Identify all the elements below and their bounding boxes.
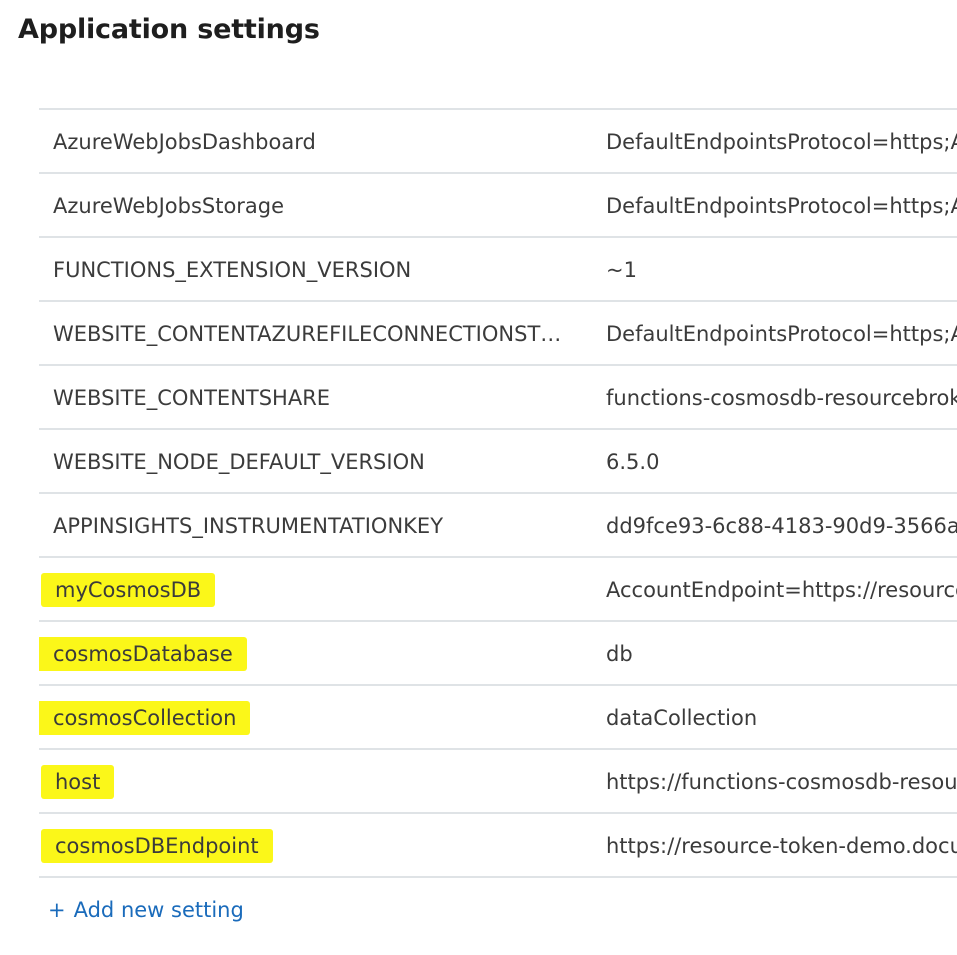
setting-value-cell[interactable]: functions-cosmosdb-resourcebroker xyxy=(606,366,957,428)
section-title: Application settings xyxy=(18,14,320,45)
setting-name[interactable]: WEBSITE_CONTENTSHARE xyxy=(39,366,344,428)
setting-value-cell[interactable]: dd9fce93-6c88-4183-90d9-3566a xyxy=(606,494,957,556)
setting-name-cell[interactable]: WEBSITE_CONTENTAZUREFILECONNECTIONSTR... xyxy=(39,302,584,364)
setting-name[interactable]: AzureWebJobsStorage xyxy=(39,174,298,236)
setting-value[interactable]: ~1 xyxy=(606,238,637,300)
setting-name-cell[interactable]: APPINSIGHTS_INSTRUMENTATIONKEY xyxy=(39,494,584,556)
table-row[interactable]: WEBSITE_NODE_DEFAULT_VERSION 6.5.0 xyxy=(39,428,957,492)
setting-value[interactable]: DefaultEndpointsProtocol=https;AccountNa… xyxy=(606,302,957,364)
setting-value-cell[interactable]: https://resource-token-demo.documents xyxy=(606,814,957,876)
setting-name[interactable]: WEBSITE_CONTENTAZUREFILECONNECTIONSTR... xyxy=(39,302,584,364)
setting-value[interactable]: dd9fce93-6c88-4183-90d9-3566a xyxy=(606,494,957,556)
add-new-setting-label: Add new setting xyxy=(73,898,244,922)
setting-name[interactable]: APPINSIGHTS_INSTRUMENTATIONKEY xyxy=(39,494,457,556)
setting-value-cell[interactable]: DefaultEndpointsProtocol=https;AccountNa… xyxy=(606,174,957,236)
table-row[interactable]: cosmosDatabase db xyxy=(39,620,957,684)
setting-value[interactable]: dataCollection xyxy=(606,686,757,748)
table-row[interactable]: cosmosCollection dataCollection xyxy=(39,684,957,748)
setting-name-cell[interactable]: FUNCTIONS_EXTENSION_VERSION xyxy=(39,238,584,300)
setting-name-highlighted[interactable]: cosmosDBEndpoint xyxy=(41,829,273,863)
setting-name-highlighted[interactable]: host xyxy=(41,765,115,799)
setting-name[interactable]: WEBSITE_NODE_DEFAULT_VERSION xyxy=(39,430,439,492)
setting-name[interactable]: AzureWebJobsDashboard xyxy=(39,110,330,172)
setting-value[interactable]: https://functions-cosmosdb-resource xyxy=(606,750,957,812)
setting-name-cell[interactable]: cosmosDBEndpoint xyxy=(39,814,584,876)
table-row[interactable]: WEBSITE_CONTENTSHARE functions-cosmosdb-… xyxy=(39,364,957,428)
setting-value[interactable]: db xyxy=(606,622,633,684)
setting-name-cell[interactable]: AzureWebJobsStorage xyxy=(39,174,584,236)
setting-name-cell[interactable]: host xyxy=(39,750,584,812)
table-row[interactable]: AzureWebJobsDashboard DefaultEndpointsPr… xyxy=(39,108,957,172)
table-row[interactable]: WEBSITE_CONTENTAZUREFILECONNECTIONSTR...… xyxy=(39,300,957,364)
setting-value[interactable]: AccountEndpoint=https://resource xyxy=(606,558,957,620)
setting-name-cell[interactable]: cosmosCollection xyxy=(39,686,584,748)
table-row[interactable]: FUNCTIONS_EXTENSION_VERSION ~1 xyxy=(39,236,957,300)
table-row[interactable]: AzureWebJobsStorage DefaultEndpointsProt… xyxy=(39,172,957,236)
setting-name[interactable]: FUNCTIONS_EXTENSION_VERSION xyxy=(39,238,425,300)
setting-value-cell[interactable]: 6.5.0 xyxy=(606,430,957,492)
table-row[interactable]: host https://functions-cosmosdb-resource xyxy=(39,748,957,812)
setting-name-cell[interactable]: AzureWebJobsDashboard xyxy=(39,110,584,172)
setting-value[interactable]: https://resource-token-demo.documents xyxy=(606,814,957,876)
setting-name-cell[interactable]: WEBSITE_NODE_DEFAULT_VERSION xyxy=(39,430,584,492)
table-row[interactable]: APPINSIGHTS_INSTRUMENTATIONKEY dd9fce93-… xyxy=(39,492,957,556)
setting-value-cell[interactable]: ~1 xyxy=(606,238,957,300)
setting-name-cell[interactable]: WEBSITE_CONTENTSHARE xyxy=(39,366,584,428)
table-row[interactable]: myCosmosDB AccountEndpoint=https://resou… xyxy=(39,556,957,620)
setting-value-cell[interactable]: db xyxy=(606,622,957,684)
table-row[interactable]: cosmosDBEndpoint https://resource-token-… xyxy=(39,812,957,878)
setting-value-cell[interactable]: AccountEndpoint=https://resource xyxy=(606,558,957,620)
add-new-setting-link[interactable]: + Add new setting xyxy=(48,898,244,922)
setting-value-cell[interactable]: DefaultEndpointsProtocol=https;AccountNa… xyxy=(606,110,957,172)
setting-name-highlighted[interactable]: myCosmosDB xyxy=(41,573,216,607)
plus-icon: + xyxy=(48,898,66,922)
setting-value-cell[interactable]: dataCollection xyxy=(606,686,957,748)
settings-table: AzureWebJobsDashboard DefaultEndpointsPr… xyxy=(39,108,957,878)
setting-value[interactable]: DefaultEndpointsProtocol=https;AccountNa… xyxy=(606,174,957,236)
setting-name-cell[interactable]: myCosmosDB xyxy=(39,558,584,620)
setting-value[interactable]: functions-cosmosdb-resourcebroker xyxy=(606,366,957,428)
setting-value-cell[interactable]: https://functions-cosmosdb-resource xyxy=(606,750,957,812)
setting-value[interactable]: 6.5.0 xyxy=(606,430,659,492)
setting-value[interactable]: DefaultEndpointsProtocol=https;AccountNa… xyxy=(606,110,957,172)
setting-value-cell[interactable]: DefaultEndpointsProtocol=https;AccountNa… xyxy=(606,302,957,364)
application-settings-panel: Application settings AzureWebJobsDashboa… xyxy=(0,0,957,955)
setting-name-highlighted[interactable]: cosmosCollection xyxy=(39,701,251,735)
setting-name-cell[interactable]: cosmosDatabase xyxy=(39,622,584,684)
setting-name-highlighted[interactable]: cosmosDatabase xyxy=(39,637,247,671)
